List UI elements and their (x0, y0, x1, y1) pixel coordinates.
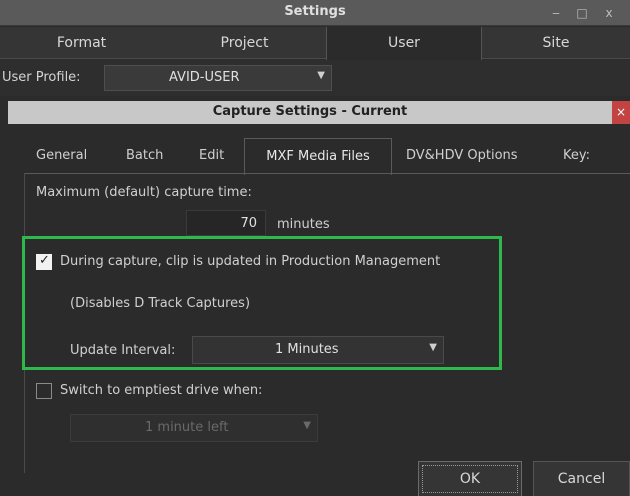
max-capture-input[interactable]: 70 (186, 210, 266, 236)
tab-batch[interactable]: Batch (126, 146, 163, 174)
tab-dv-hdv-options[interactable]: DV&HDV Options (406, 146, 518, 174)
chevron-down-icon: ▼ (303, 420, 311, 431)
tab-key[interactable]: Key: (563, 146, 590, 174)
switch-drive-checkbox[interactable] (36, 383, 52, 399)
maximize-icon[interactable]: □ (571, 3, 593, 23)
chevron-down-icon: ▼ (317, 70, 325, 81)
switch-drive-value: 1 minute left (145, 420, 229, 435)
tab-edit[interactable]: Edit (199, 146, 224, 174)
settings-titlebar: Settings ‒ □ x (0, 0, 630, 26)
minimize-icon[interactable]: ‒ (545, 3, 567, 23)
production-management-checkbox[interactable]: ✓ (36, 253, 52, 270)
focus-ring (422, 465, 518, 493)
tab-user[interactable]: User (326, 27, 482, 60)
user-profile-row: User Profile: AVID-USER ▼ (0, 60, 630, 96)
tab-mxf-media-files[interactable]: MXF Media Files (244, 138, 392, 175)
capture-settings-titlebar: Capture Settings - Current × (8, 101, 630, 124)
max-capture-label: Maximum (default) capture time: (36, 185, 252, 200)
capture-settings-tabs: General Batch Edit MXF Media Files DV&HD… (8, 124, 630, 175)
max-capture-value: 70 (240, 216, 257, 231)
update-interval-select[interactable]: 1 Minutes ▼ (192, 336, 444, 364)
chevron-down-icon: ▼ (429, 342, 437, 353)
user-profile-select[interactable]: AVID-USER ▼ (104, 65, 332, 91)
cancel-button[interactable]: Cancel (533, 461, 630, 496)
tab-format[interactable]: Format (0, 27, 163, 59)
settings-tabs: Format Project User Site (0, 27, 630, 60)
window-title: Settings (284, 4, 346, 19)
production-management-label: During capture, clip is updated in Produ… (60, 254, 441, 269)
switch-drive-label: Switch to emptiest drive when: (60, 383, 263, 398)
checkmark-icon: ✓ (39, 253, 50, 268)
max-capture-unit: minutes (277, 217, 330, 232)
tab-project[interactable]: Project (163, 27, 326, 59)
tab-general[interactable]: General (36, 146, 87, 174)
ok-button[interactable]: OK (418, 461, 522, 496)
disables-d-track-note: (Disables D Track Captures) (70, 296, 251, 311)
user-profile-label: User Profile: (2, 70, 81, 85)
tab-divider (24, 173, 630, 174)
dialog-title: Capture Settings - Current (212, 104, 408, 119)
tab-site[interactable]: Site (482, 27, 630, 59)
switch-drive-select[interactable]: 1 minute left ▼ (70, 414, 318, 442)
update-interval-value: 1 Minutes (275, 342, 339, 357)
close-icon[interactable]: × (612, 101, 630, 124)
user-profile-value: AVID-USER (169, 70, 240, 85)
update-interval-label: Update Interval: (70, 343, 176, 358)
close-icon[interactable]: x (598, 3, 620, 23)
